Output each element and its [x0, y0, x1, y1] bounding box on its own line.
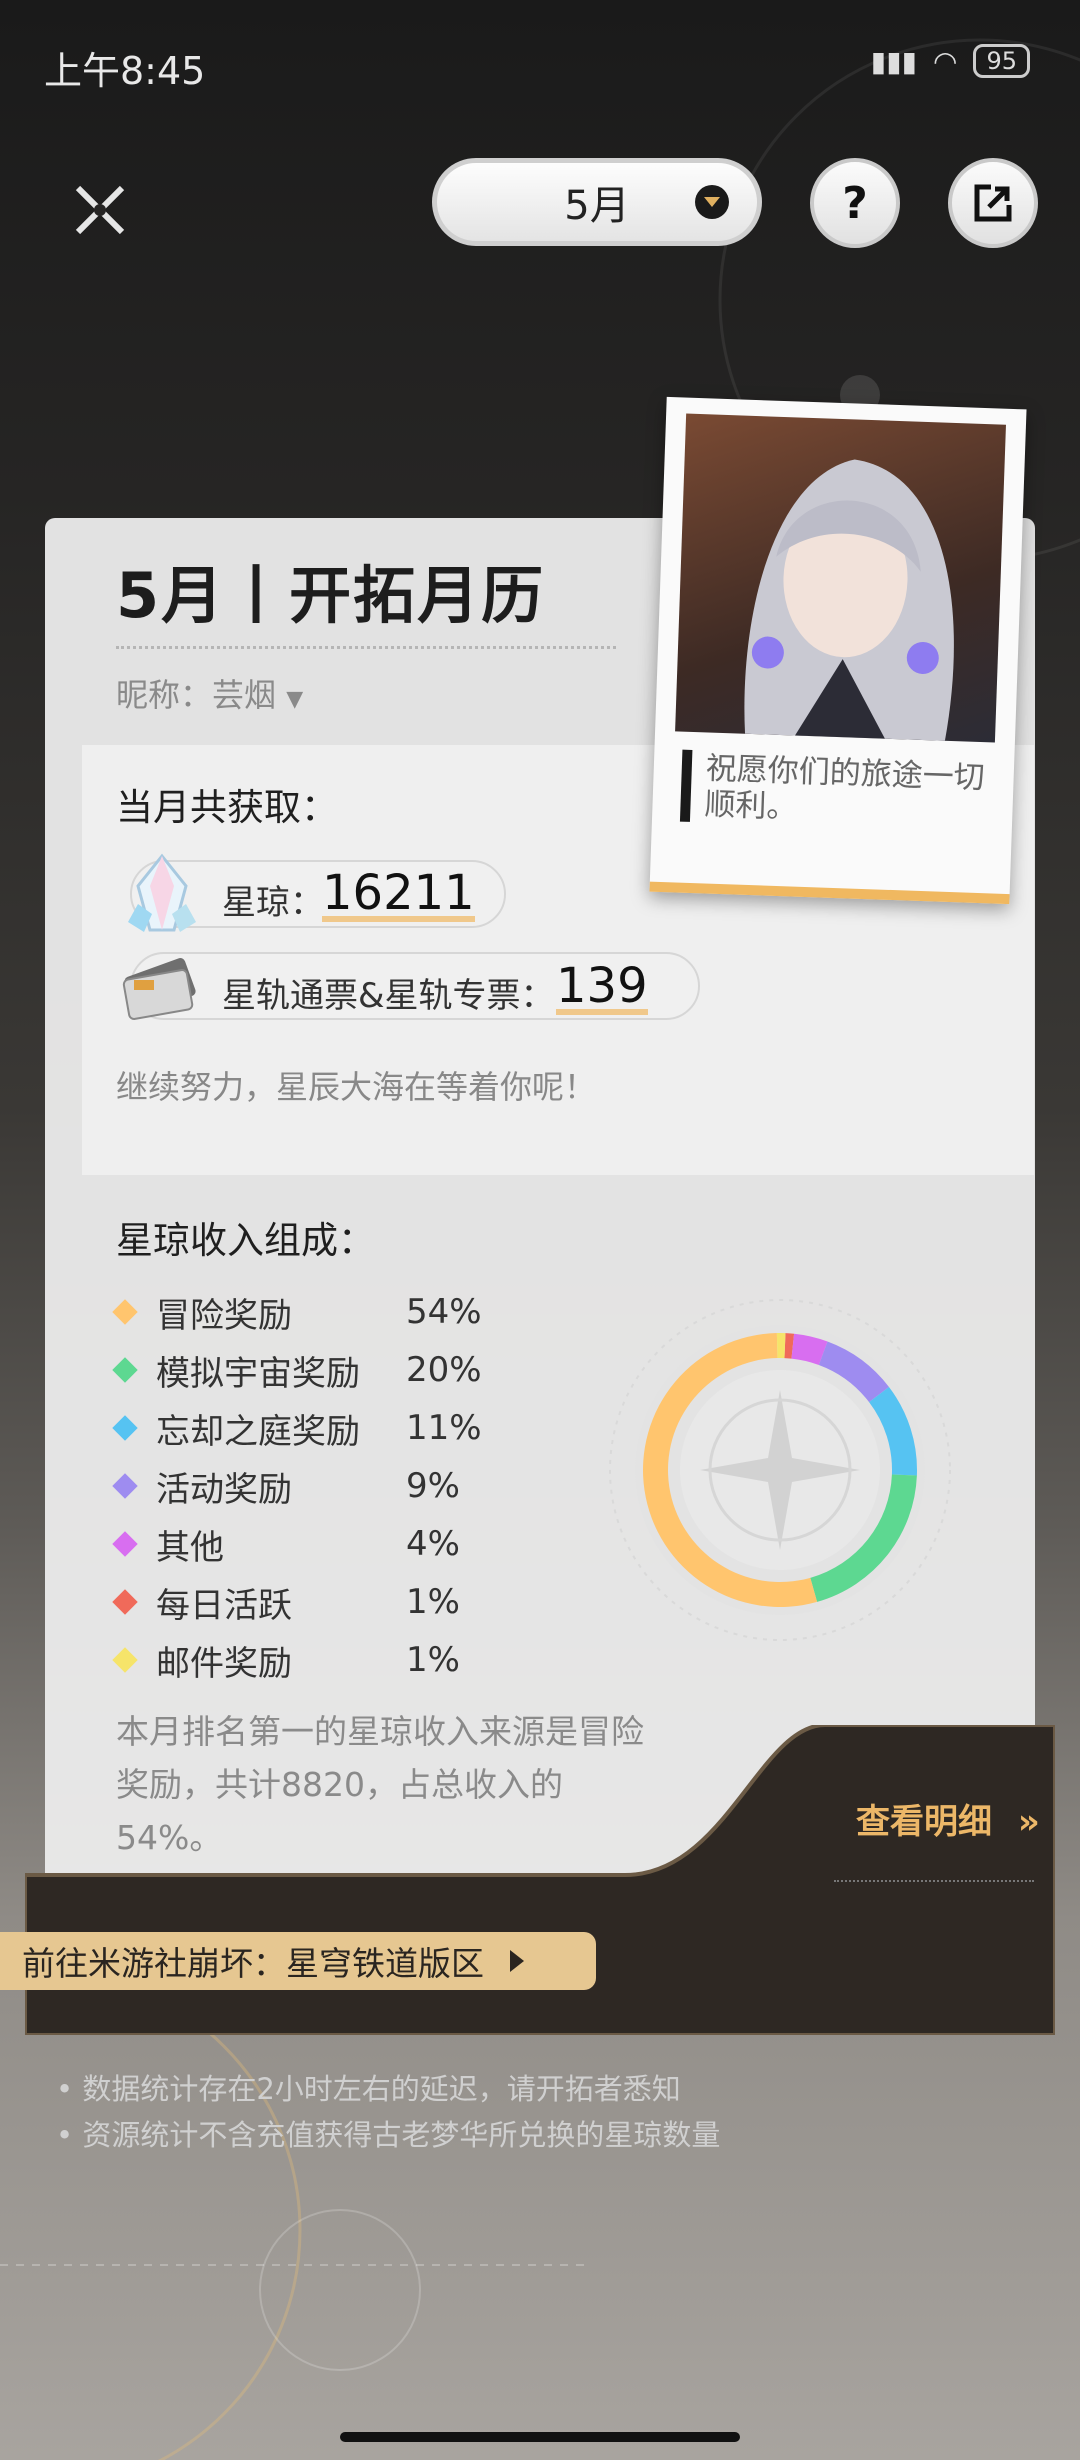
- income-donut-chart: [609, 1299, 951, 1641]
- footnote-item: • 数据统计存在2小时左右的延迟，请开拓者悉知: [56, 2072, 681, 2106]
- footnotes: • 数据统计存在2小时左右的延迟，请开拓者悉知 • 资源统计不含充值获得古老梦华…: [56, 2066, 720, 2158]
- legend-item: 忘却之庭奖励 11%: [112, 1400, 526, 1456]
- close-icon[interactable]: [60, 170, 140, 250]
- battery-icon: 95: [973, 44, 1030, 78]
- legend-marker-icon: [112, 1415, 138, 1441]
- legend-item: 活动奖励 9%: [112, 1458, 526, 1514]
- share-icon: [974, 184, 1012, 222]
- month-selector[interactable]: 5月: [432, 158, 762, 246]
- share-button[interactable]: [948, 158, 1038, 248]
- wifi-icon: ◠: [933, 44, 958, 78]
- play-arrow-icon: [510, 1950, 524, 1972]
- legend-percent: 9%: [406, 1466, 460, 1506]
- legend-percent: 1%: [406, 1582, 460, 1622]
- view-details-link[interactable]: 查看明细 »: [856, 1794, 1040, 1843]
- donut-slice-6: [776, 1333, 786, 1359]
- status-icons: ▮▮▮ ◠ 95: [871, 44, 1030, 78]
- stellar-jade-value: 16211: [322, 865, 475, 922]
- forum-link-label: 前往米游社崩坏：星穹铁道版区: [22, 1944, 484, 1983]
- obtained-title: 当月共获取：: [116, 786, 338, 829]
- home-indicator[interactable]: [340, 2432, 740, 2442]
- legend-percent: 4%: [406, 1524, 460, 1564]
- page-title: 5月丨开拓月历: [116, 559, 546, 632]
- legend-label: 每日活跃: [156, 1585, 292, 1626]
- legend-marker-icon: [112, 1473, 138, 1499]
- character-polaroid: 祝愿你们的旅途一切顺利。: [649, 396, 1027, 905]
- legend-item: 邮件奖励 1%: [112, 1632, 526, 1688]
- legend-marker-icon: [112, 1589, 138, 1615]
- nickname-label: 昵称：芸烟: [116, 676, 277, 714]
- legend-marker-icon: [112, 1531, 138, 1557]
- footnote-item: • 资源统计不含充值获得古老梦华所兑换的星琼数量: [56, 2118, 721, 2152]
- footnote-text: 数据统计存在2小时左右的延迟，请开拓者悉知: [82, 2072, 681, 2106]
- character-portrait: [675, 413, 1006, 743]
- legend-label: 其他: [156, 1527, 224, 1568]
- legend-label: 活动奖励: [156, 1469, 292, 1510]
- status-time: 上午8:45: [44, 49, 206, 93]
- detail-divider: [834, 1880, 1034, 1882]
- legend-marker-icon: [112, 1299, 138, 1325]
- legend-item: 模拟宇宙奖励 20%: [112, 1342, 526, 1398]
- wish-text: 祝愿你们的旅途一切顺利。: [679, 749, 1007, 833]
- legend-marker-icon: [112, 1647, 138, 1673]
- signal-icon: ▮▮▮: [870, 44, 918, 78]
- rail-pass-icon: [122, 958, 196, 1020]
- legend-percent: 1%: [406, 1640, 460, 1680]
- composition-title: 星琼收入组成：: [116, 1219, 375, 1262]
- encourage-text: 继续努力，星辰大海在等着你呢！: [116, 1068, 597, 1106]
- chevron-down-icon: ▼: [286, 687, 304, 712]
- legend-item: 冒险奖励 54%: [112, 1284, 526, 1340]
- legend-percent: 54%: [406, 1292, 482, 1332]
- pass-value: 139: [556, 958, 648, 1015]
- legend-label: 邮件奖励: [156, 1643, 292, 1684]
- title-divider: [116, 646, 616, 649]
- legend-label: 忘却之庭奖励: [156, 1411, 360, 1452]
- chevron-down-icon: [695, 185, 729, 219]
- forum-link-button[interactable]: 前往米游社崩坏：星穹铁道版区: [0, 1932, 596, 1990]
- legend-item: 每日活跃 1%: [112, 1574, 526, 1630]
- legend-percent: 20%: [406, 1350, 482, 1390]
- month-label: 5月: [564, 183, 630, 229]
- help-button[interactable]: ?: [810, 158, 900, 248]
- legend-label: 模拟宇宙奖励: [156, 1353, 360, 1394]
- legend-label: 冒险奖励: [156, 1295, 292, 1336]
- legend-marker-icon: [112, 1357, 138, 1383]
- stellar-jade-icon: [128, 853, 196, 932]
- view-details-label: 查看明细: [856, 1802, 992, 1842]
- pass-label: 星轨通票&星轨专票：: [222, 976, 555, 1016]
- legend-percent: 11%: [406, 1408, 482, 1448]
- help-icon: ?: [842, 177, 868, 229]
- footnote-text: 资源统计不含充值获得古老梦华所兑换的星琼数量: [82, 2118, 721, 2152]
- double-chevron-right-icon: »: [1017, 1802, 1040, 1842]
- stellar-jade-label: 星琼：: [222, 883, 324, 923]
- nickname-selector[interactable]: 昵称：芸烟 ▼: [116, 670, 303, 716]
- legend-item: 其他 4%: [112, 1516, 526, 1572]
